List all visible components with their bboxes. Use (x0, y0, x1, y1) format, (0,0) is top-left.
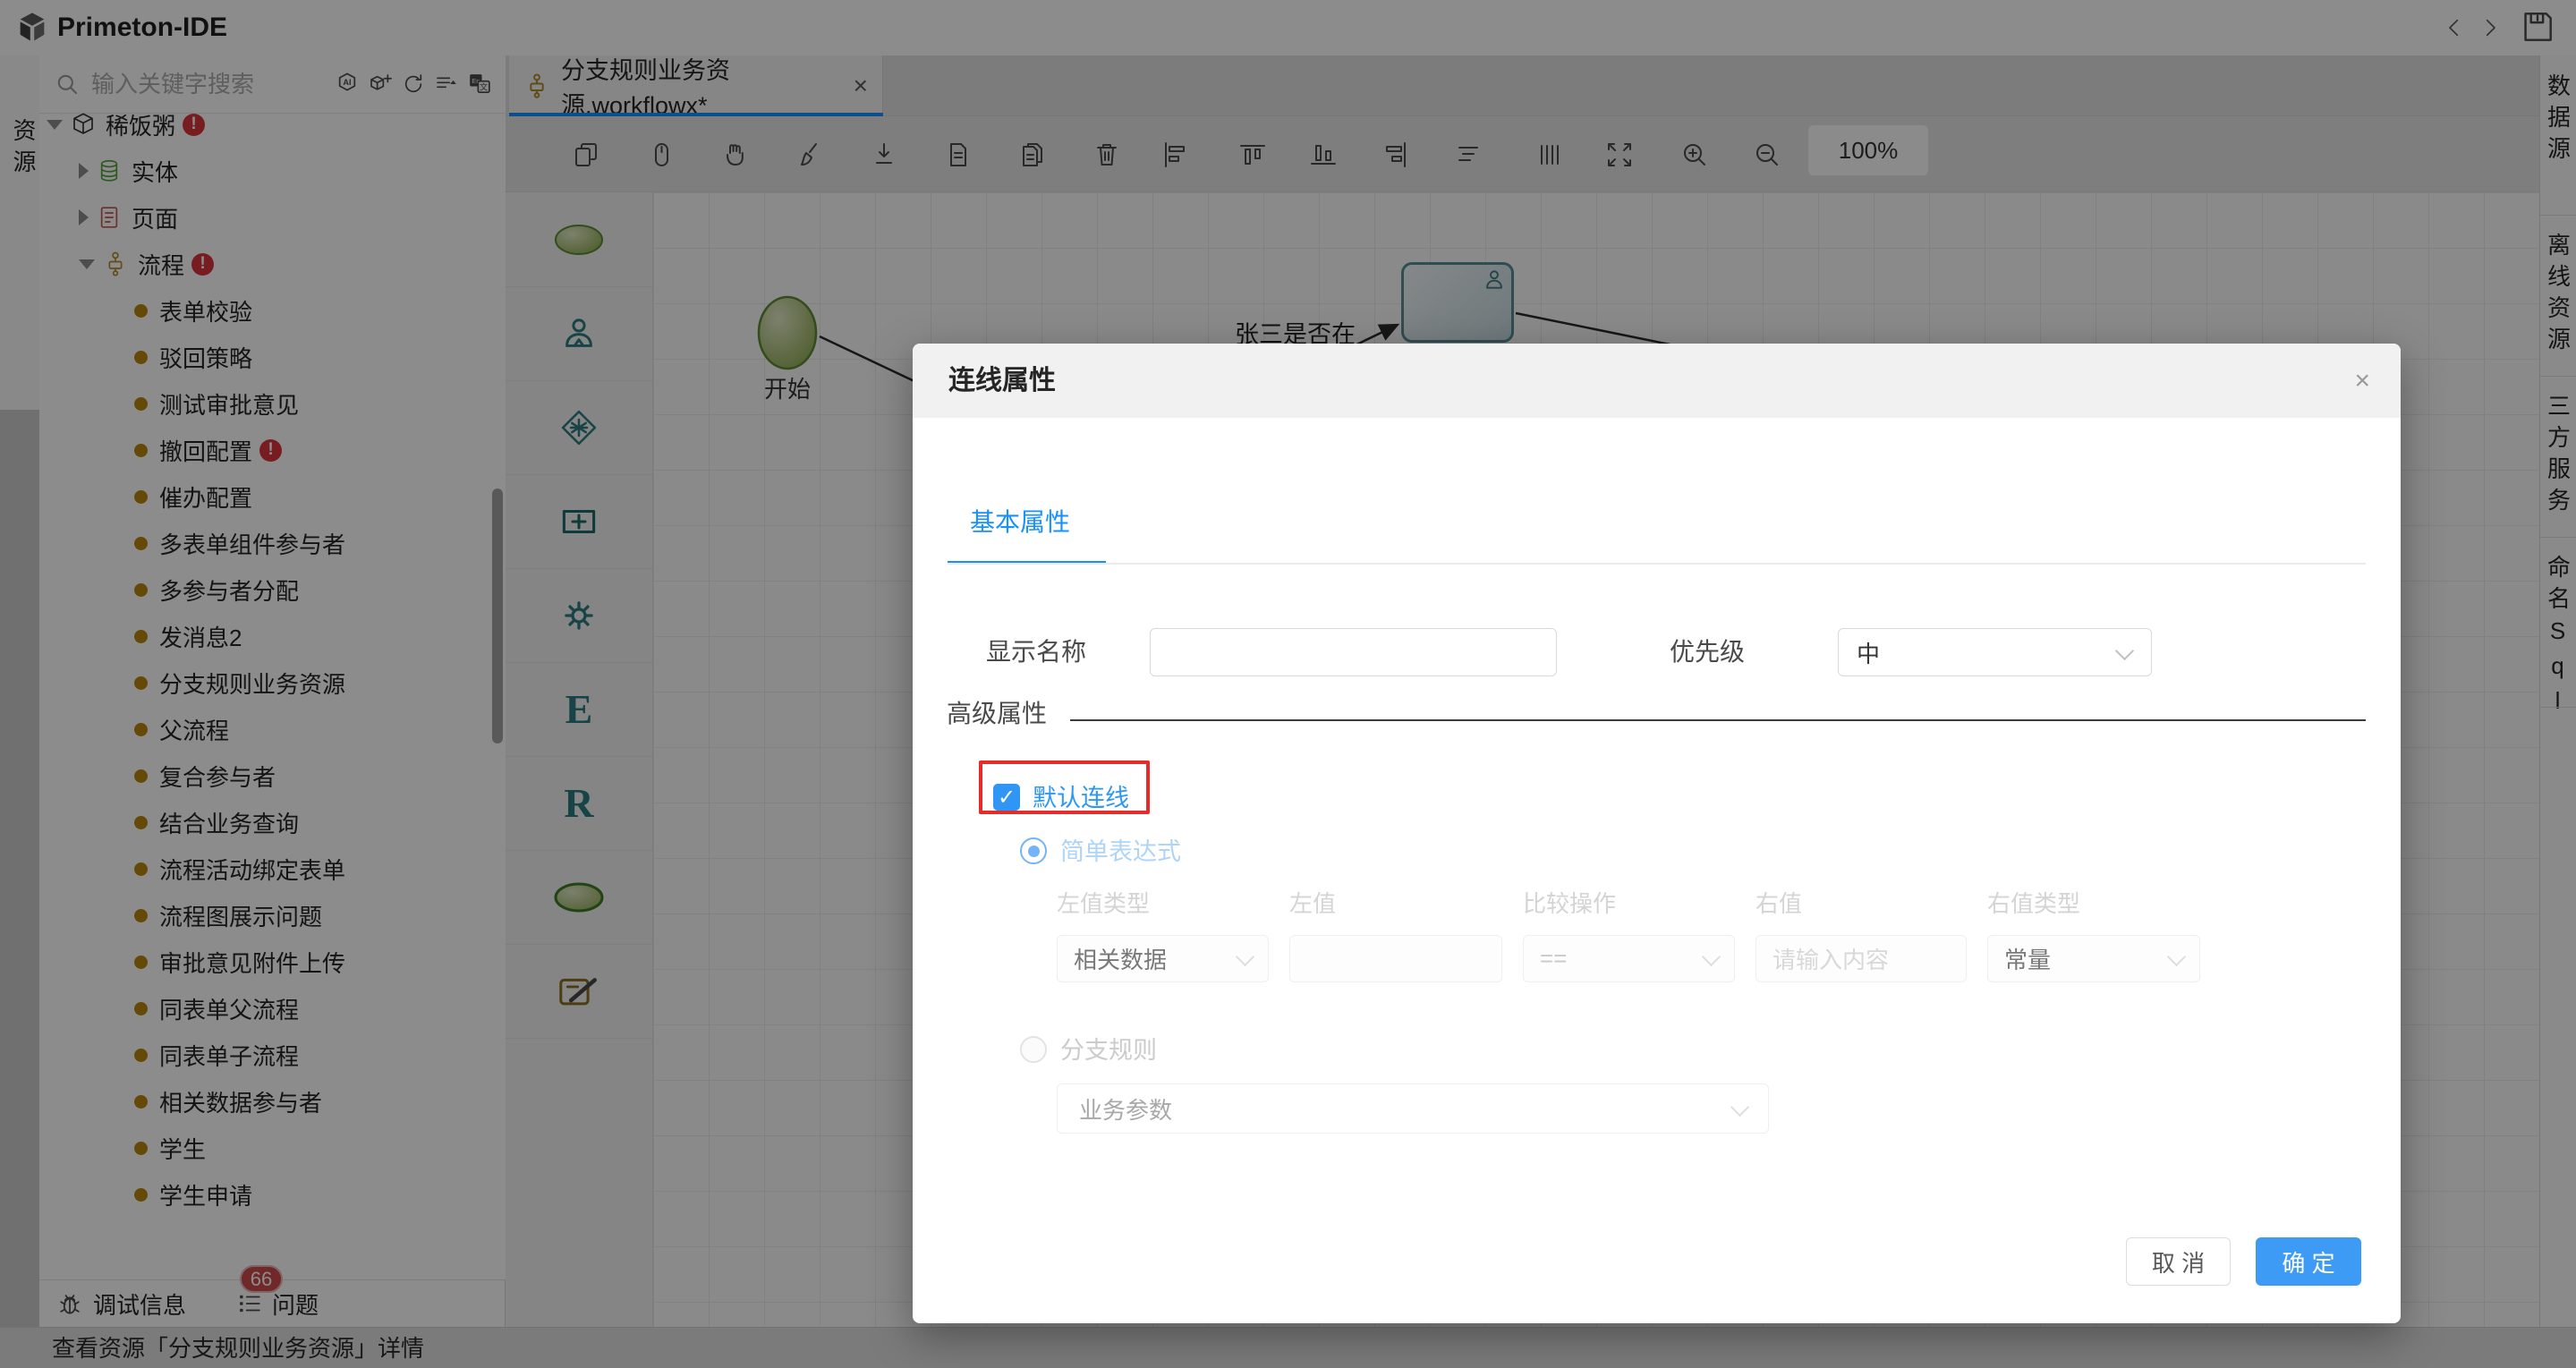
display-name-input[interactable] (1150, 628, 1557, 676)
chevron-down-icon (2114, 641, 2135, 661)
chevron-down-icon (2166, 947, 2187, 967)
dialog-title: 连线属性 (948, 366, 1056, 395)
expr-input[interactable] (1289, 935, 1502, 982)
expr-select[interactable]: == (1523, 935, 1735, 982)
simple-expression-radio[interactable] (1020, 837, 1047, 864)
default-line-label: 默认连线 (1033, 785, 1129, 811)
chevron-down-icon (1235, 947, 1255, 967)
expr-column-label: 右值类型 (1987, 890, 2081, 917)
simple-expression-label: 简单表达式 (1060, 838, 1181, 865)
chevron-down-icon (1730, 1097, 1750, 1117)
expr-select[interactable]: 常量 (1987, 935, 2200, 982)
branch-rule-label: 分支规则 (1060, 1037, 1157, 1064)
expr-value: 常量 (2004, 947, 2052, 973)
dialog-header: 连线属性 × (913, 344, 2401, 418)
expr-value: == (1540, 945, 1568, 972)
tab-basic-properties[interactable]: 基本属性 (970, 503, 1070, 539)
expr-column-label: 左值类型 (1057, 890, 1151, 917)
priority-label: 优先级 (1670, 638, 1746, 666)
edge-properties-dialog: 连线属性 × 基本属性 显示名称 优先级 中 高级属性 ✓ 默认连线 简单表达式… (913, 344, 2401, 1323)
display-name-label: 显示名称 (986, 638, 1087, 666)
expr-value: 请输入内容 (1773, 947, 1890, 973)
expr-select[interactable]: 相关数据 (1057, 935, 1269, 982)
default-line-checkbox[interactable]: ✓ (993, 784, 1020, 811)
app-window: Primeton-IDE 资源 输入关键字搜索 AI En 文 稀饭粥! 实体 页面 流程… (0, 0, 2576, 1368)
expr-value: 相关数据 (1074, 947, 1168, 973)
advanced-section-label: 高级属性 (947, 700, 1048, 727)
ok-button[interactable]: 确 定 (2256, 1237, 2361, 1286)
cancel-button[interactable]: 取 消 (2126, 1237, 2231, 1286)
expr-column-label: 比较操作 (1523, 890, 1617, 917)
branch-param-select[interactable]: 业务参数 (1057, 1083, 1769, 1134)
priority-value: 中 (1857, 640, 1881, 667)
dialog-tab-divider (948, 563, 2366, 565)
expr-column-label: 左值 (1289, 890, 1337, 917)
branch-rule-radio[interactable] (1020, 1036, 1047, 1063)
expr-input[interactable]: 请输入内容 (1756, 935, 1967, 982)
chevron-down-icon (1701, 947, 1722, 967)
expr-column-label: 右值 (1756, 890, 1803, 917)
priority-select[interactable]: 中 (1838, 628, 2152, 676)
advanced-section-divider (1070, 719, 2366, 721)
dialog-close-icon[interactable]: × (2354, 344, 2370, 418)
branch-param-value: 业务参数 (1079, 1096, 1173, 1124)
